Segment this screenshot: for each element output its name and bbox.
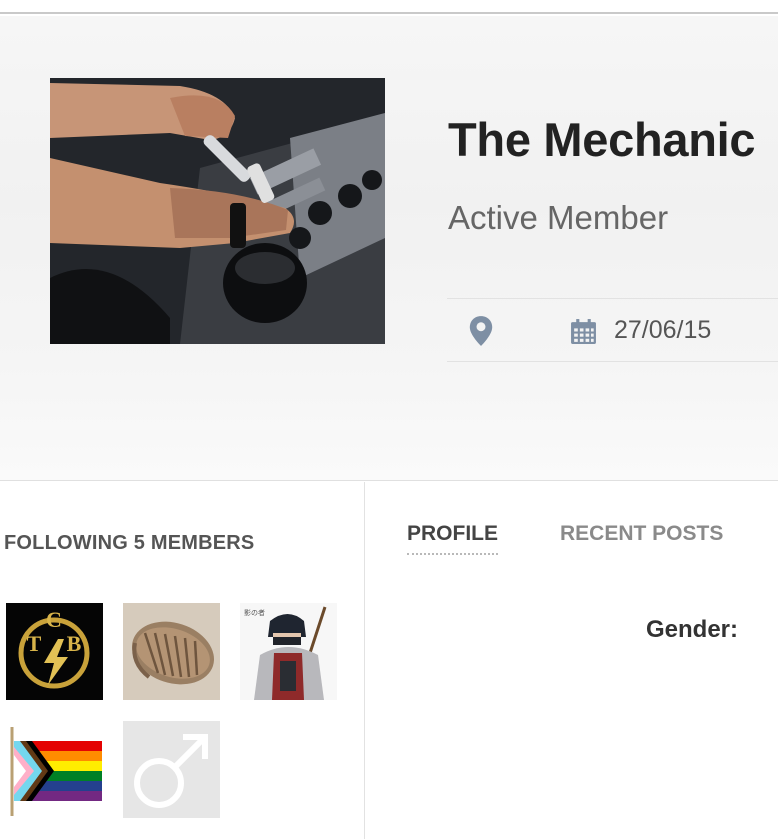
top-divider — [0, 0, 778, 14]
profile-name: The Mechanic — [448, 113, 756, 166]
tab-recent-posts[interactable]: RECENT POSTS — [560, 522, 723, 546]
join-date: 27/06/15 — [614, 316, 712, 344]
tab-profile[interactable]: PROFILE — [407, 522, 499, 555]
following-panel: FOLLOWING 5 MEMBERS C T B 影の者 — [0, 482, 365, 839]
svg-text:影の者: 影の者 — [244, 608, 265, 617]
following-member-tcb[interactable]: C T B — [6, 603, 103, 700]
tab-active-underline — [407, 553, 498, 555]
tab-recent-posts-label: RECENT POSTS — [560, 522, 724, 545]
calendar-icon — [571, 319, 596, 344]
male-symbol-icon — [123, 721, 220, 818]
tcb-lightning-logo-icon: C T B — [6, 603, 103, 700]
following-title: FOLLOWING 5 MEMBERS — [4, 532, 255, 554]
trilobite-fossil-icon — [123, 603, 220, 700]
location-pin-icon — [469, 316, 493, 346]
profile-avatar — [50, 78, 385, 344]
samurai-figure-icon: 影の者 — [240, 603, 337, 700]
following-member-samurai[interactable]: 影の者 — [240, 603, 337, 700]
progress-pride-flag-icon — [6, 721, 103, 818]
svg-text:B: B — [67, 631, 82, 656]
tab-profile-label: PROFILE — [407, 522, 499, 545]
following-member-default[interactable] — [123, 721, 220, 818]
svg-text:C: C — [46, 607, 62, 632]
gender-label: Gender: — [646, 616, 739, 643]
following-member-pride-flag[interactable] — [6, 721, 103, 818]
profile-rank: Active Member — [448, 199, 669, 236]
following-member-trilobite[interactable] — [123, 603, 220, 700]
profile-header: The Mechanic Active Member 27/06/15 — [0, 16, 778, 481]
profile-meta-bar: 27/06/15 — [447, 298, 778, 362]
svg-text:T: T — [27, 631, 42, 656]
